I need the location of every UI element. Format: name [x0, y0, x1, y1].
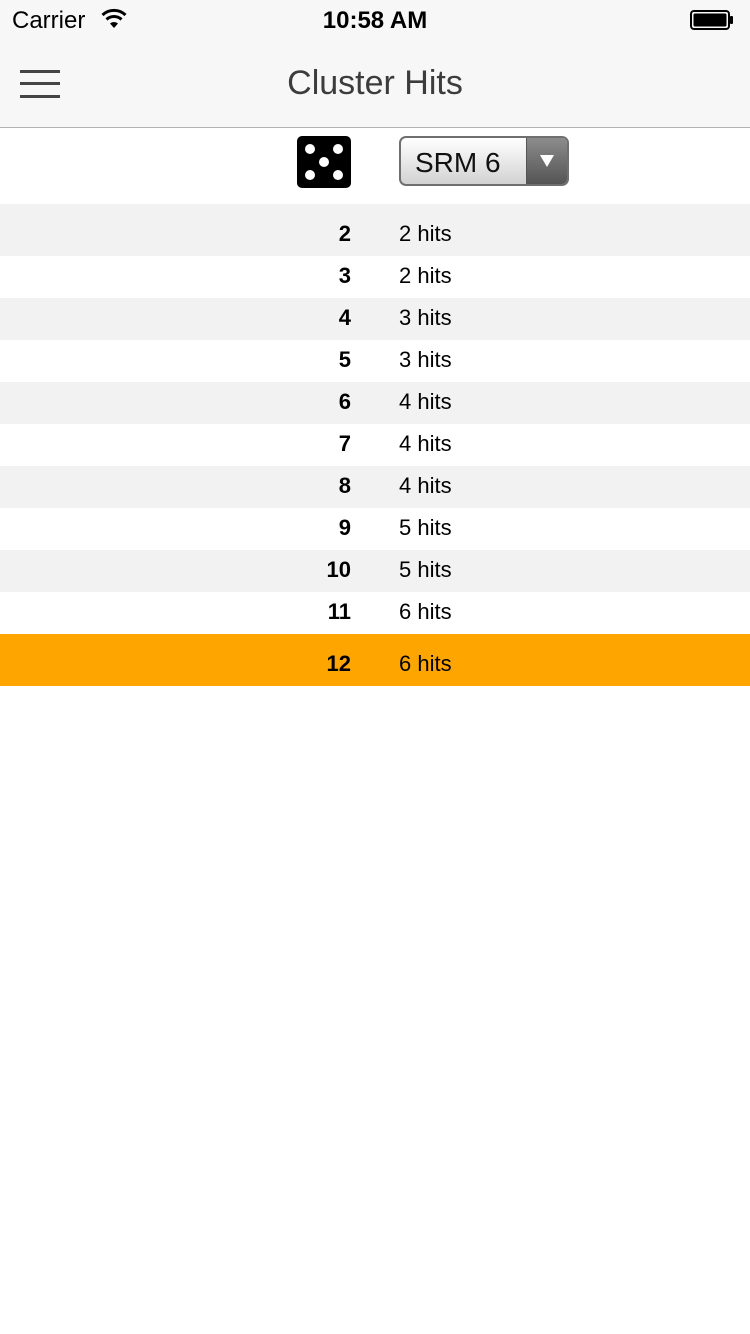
hits-value: 3 hits [399, 347, 452, 372]
roll-value: 2 [338, 221, 351, 246]
hits-value: 5 hits [399, 515, 452, 540]
roll-value: 11 [327, 599, 351, 624]
page-title: Cluster Hits [287, 64, 463, 102]
table-row[interactable]: 6 4 hits [0, 382, 750, 424]
roll-value: 4 [338, 305, 351, 330]
navigation-bar: Cluster Hits [0, 40, 750, 128]
table-row[interactable]: 9 5 hits [0, 508, 750, 550]
hits-value: 6 hits [399, 651, 452, 676]
hits-value: 2 hits [399, 263, 452, 288]
table-row[interactable]: 10 5 hits [0, 550, 750, 592]
table-row[interactable]: 11 6 hits [0, 592, 750, 634]
table-row[interactable]: 7 4 hits [0, 424, 750, 466]
table-row[interactable]: 4 3 hits [0, 298, 750, 340]
hits-value: 4 hits [399, 389, 452, 414]
hits-value: 2 hits [399, 221, 452, 246]
roll-value: 3 [338, 263, 351, 288]
roll-value: 10 [326, 557, 351, 582]
hits-value: 5 hits [399, 557, 452, 582]
status-time: 10:58 AM [322, 7, 428, 34]
weapon-select-dropdown[interactable]: SRM 6 [399, 136, 569, 186]
dropdown-arrow-button[interactable] [526, 138, 567, 184]
hits-value: 4 hits [399, 431, 452, 456]
table-row[interactable]: 5 3 hits [0, 340, 750, 382]
roll-value: 5 [338, 347, 351, 372]
roll-value: 12 [326, 651, 351, 676]
controls-row: SRM 6 [0, 128, 750, 204]
roll-value: 8 [338, 473, 351, 498]
table-row[interactable]: 2 2 hits [0, 204, 750, 256]
table-row[interactable]: 8 4 hits [0, 466, 750, 508]
cluster-hits-table: 2 2 hits 3 2 hits 4 3 hits 5 3 hits 6 4 hits 7 4 hi… [0, 204, 750, 686]
hits-value: 6 hits [399, 599, 452, 624]
table-row[interactable]: 12 6 hits [0, 634, 750, 686]
hits-value: 4 hits [399, 473, 452, 498]
status-bar: Carrier 10:58 AM [0, 0, 750, 40]
chevron-down-icon [540, 155, 554, 167]
hits-value: 3 hits [399, 305, 452, 330]
roll-value: 6 [338, 389, 351, 414]
die-five-icon [297, 136, 351, 188]
roll-value: 7 [338, 431, 351, 456]
table-row[interactable]: 3 2 hits [0, 256, 750, 298]
battery-icon [690, 10, 733, 30]
dropdown-selected-value: SRM 6 [415, 147, 501, 178]
roll-value: 9 [338, 515, 351, 540]
